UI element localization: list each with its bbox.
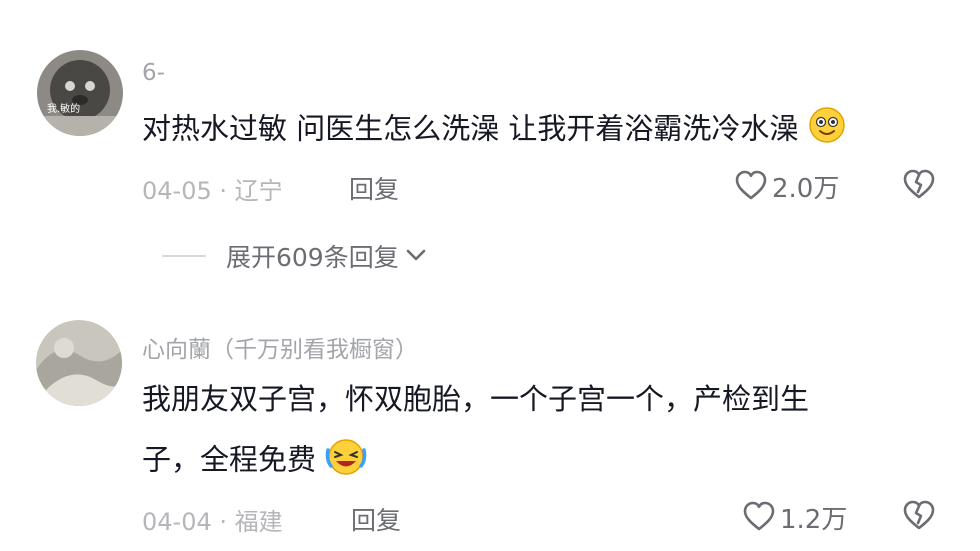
avatar[interactable]	[36, 320, 122, 406]
comment-date-location: 04-05 · 辽宁	[142, 177, 283, 205]
expand-replies-label: 展开609条回复	[226, 243, 399, 272]
like-count: 1.2万	[780, 505, 848, 535]
dislike-button[interactable]	[902, 499, 936, 535]
comment-text: 我朋友双子宫，怀双胞胎，一个子宫一个，产检到生	[142, 378, 809, 420]
heart-icon	[742, 500, 776, 536]
reply-button[interactable]: 回复	[351, 501, 401, 537]
comment-text: 对热水过敏 问医生怎么洗澡 让我开着浴霸洗冷水澡	[142, 106, 846, 155]
comment-text-line: 我朋友双子宫，怀双胞胎，一个子宫一个，产检到生	[142, 382, 810, 416]
broken-heart-icon	[902, 169, 936, 204]
chevron-down-icon	[405, 247, 427, 266]
like-count: 2.0万	[772, 174, 840, 204]
reply-button[interactable]: 回复	[349, 170, 399, 206]
comment-text-line: 子，全程免费	[142, 442, 317, 477]
svg-text:我.敏的: 我.敏的	[47, 102, 80, 115]
avatar[interactable]: 我.敏的	[37, 50, 123, 136]
smiling-face-icon	[808, 106, 846, 155]
expand-replies-button[interactable]: 展开609条回复	[162, 238, 427, 274]
comment-text-body: 对热水过敏 问医生怎么洗澡 让我开着浴霸洗冷水澡	[142, 111, 799, 146]
comment-username[interactable]: 6-	[142, 60, 165, 86]
broken-heart-icon	[902, 500, 936, 535]
comment-date-location: 04-04 · 福建	[142, 508, 283, 536]
comment-text: 子，全程免费	[142, 436, 367, 487]
like-button[interactable]: 1.2万	[742, 499, 847, 536]
comment-username[interactable]: 心向蘭（千万别看我橱窗）	[142, 330, 418, 364]
heart-icon	[734, 169, 768, 205]
like-button[interactable]: 2.0万	[734, 168, 839, 205]
laughing-crying-face-icon	[325, 436, 367, 487]
dislike-button[interactable]	[902, 168, 936, 204]
divider-line	[162, 255, 206, 257]
